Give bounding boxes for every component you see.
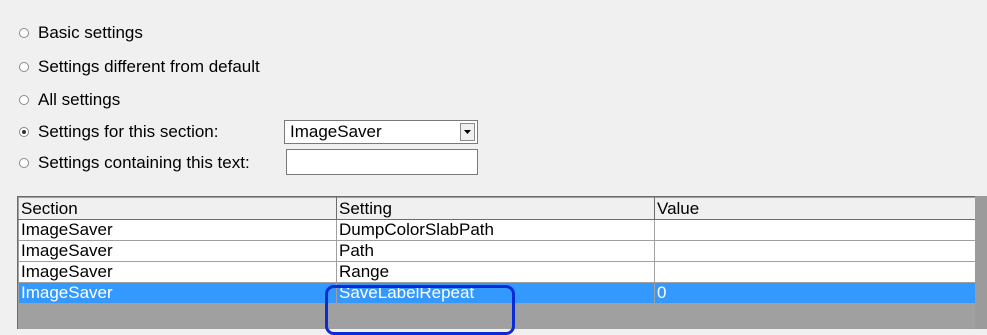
radio-icon[interactable] — [19, 28, 29, 38]
radio-label: Settings for this section: — [38, 122, 219, 141]
radio-icon[interactable] — [19, 95, 29, 105]
radio-settings-different-from-default[interactable]: Settings different from default — [19, 54, 260, 80]
radio-settings-for-section[interactable]: Settings for this section: — [19, 119, 218, 145]
cell-setting[interactable]: SaveLabelRepeat — [336, 282, 655, 304]
radio-label: Settings different from default — [38, 57, 260, 76]
section-dropdown[interactable]: ImageSaver — [284, 120, 478, 144]
cell-section[interactable]: ImageSaver — [18, 261, 337, 283]
table-row[interactable]: ImageSaver Range — [18, 261, 975, 283]
cell-value[interactable] — [654, 219, 975, 241]
radio-all-settings[interactable]: All settings — [19, 87, 120, 113]
cell-value[interactable] — [654, 261, 975, 283]
column-header-value[interactable]: Value — [654, 197, 975, 220]
cell-value[interactable]: 0 — [654, 282, 975, 304]
cell-value[interactable] — [654, 240, 975, 262]
settings-grid[interactable]: Section Setting Value ImageSaver DumpCol… — [17, 196, 975, 329]
column-header-setting[interactable]: Setting — [336, 197, 655, 220]
vertical-scrollbar[interactable] — [975, 196, 987, 329]
cell-section[interactable]: ImageSaver — [18, 282, 337, 304]
cell-setting[interactable]: Range — [336, 261, 655, 283]
radio-label: Settings containing this text: — [38, 153, 250, 172]
column-header-section[interactable]: Section — [18, 197, 337, 220]
settings-table: Section Setting Value ImageSaver DumpCol… — [18, 197, 975, 304]
cell-section[interactable]: ImageSaver — [18, 219, 337, 241]
table-row[interactable]: ImageSaver DumpColorSlabPath — [18, 219, 975, 241]
radio-checked-icon[interactable] — [19, 127, 29, 137]
radio-settings-containing-text[interactable]: Settings containing this text: — [19, 150, 250, 176]
table-row[interactable]: ImageSaver Path — [18, 240, 975, 262]
section-dropdown-value: ImageSaver — [290, 122, 382, 141]
grid-header-row: Section Setting Value — [18, 197, 975, 220]
dropdown-arrow-icon[interactable] — [460, 123, 475, 141]
radio-icon[interactable] — [19, 158, 29, 168]
table-row-selected[interactable]: ImageSaver SaveLabelRepeat 0 — [18, 282, 975, 304]
radio-label: Basic settings — [38, 23, 143, 42]
cell-setting[interactable]: Path — [336, 240, 655, 262]
search-text-input[interactable] — [286, 149, 478, 175]
cell-setting[interactable]: DumpColorSlabPath — [336, 219, 655, 241]
radio-label: All settings — [38, 90, 121, 109]
radio-icon[interactable] — [19, 62, 29, 72]
cell-section[interactable]: ImageSaver — [18, 240, 337, 262]
radio-basic-settings[interactable]: Basic settings — [19, 20, 143, 46]
